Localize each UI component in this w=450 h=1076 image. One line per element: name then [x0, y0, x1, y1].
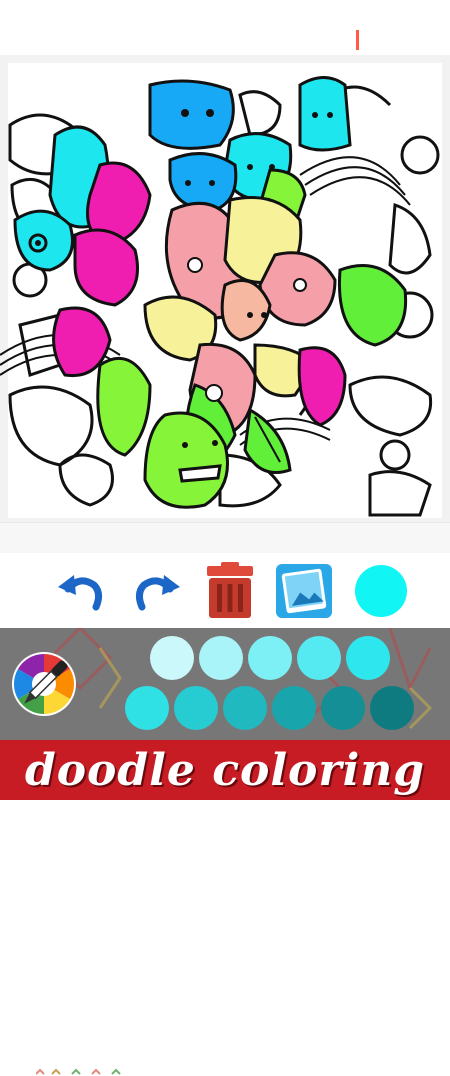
color-swatch[interactable]: [174, 686, 218, 730]
color-swatch[interactable]: [297, 636, 341, 680]
current-color-swatch[interactable]: [355, 565, 407, 617]
color-palette: [0, 628, 450, 740]
top-strip: [0, 0, 450, 55]
color-swatch[interactable]: [125, 686, 169, 730]
color-wheel-dropper-icon: [12, 652, 76, 716]
doodle-drawing[interactable]: [0, 55, 450, 522]
trash-icon: [207, 562, 253, 618]
app-title-banner: doodle coloring: [0, 740, 450, 800]
coloring-canvas[interactable]: [0, 55, 450, 522]
gallery-icon: [276, 564, 332, 618]
color-swatch[interactable]: [150, 636, 194, 680]
redo-arrow-icon: [135, 575, 180, 611]
color-swatch[interactable]: [321, 686, 365, 730]
color-swatch[interactable]: [199, 636, 243, 680]
gallery-button[interactable]: [274, 561, 334, 621]
app-title: doodle coloring: [24, 744, 426, 796]
status-indicator: [356, 30, 359, 50]
redo-button[interactable]: [128, 561, 188, 621]
canvas-footer-strip: [0, 522, 450, 1075]
color-swatch[interactable]: [346, 636, 390, 680]
undo-arrow-icon: [58, 575, 103, 611]
color-swatch[interactable]: [248, 636, 292, 680]
color-swatch[interactable]: [223, 686, 267, 730]
delete-button[interactable]: [200, 561, 260, 621]
decoration-icon: [36, 1068, 121, 1075]
toolbar: [0, 553, 450, 628]
undo-button[interactable]: [50, 561, 110, 621]
color-picker-button[interactable]: [10, 650, 78, 718]
color-swatch[interactable]: [272, 686, 316, 730]
color-swatch[interactable]: [370, 686, 414, 730]
